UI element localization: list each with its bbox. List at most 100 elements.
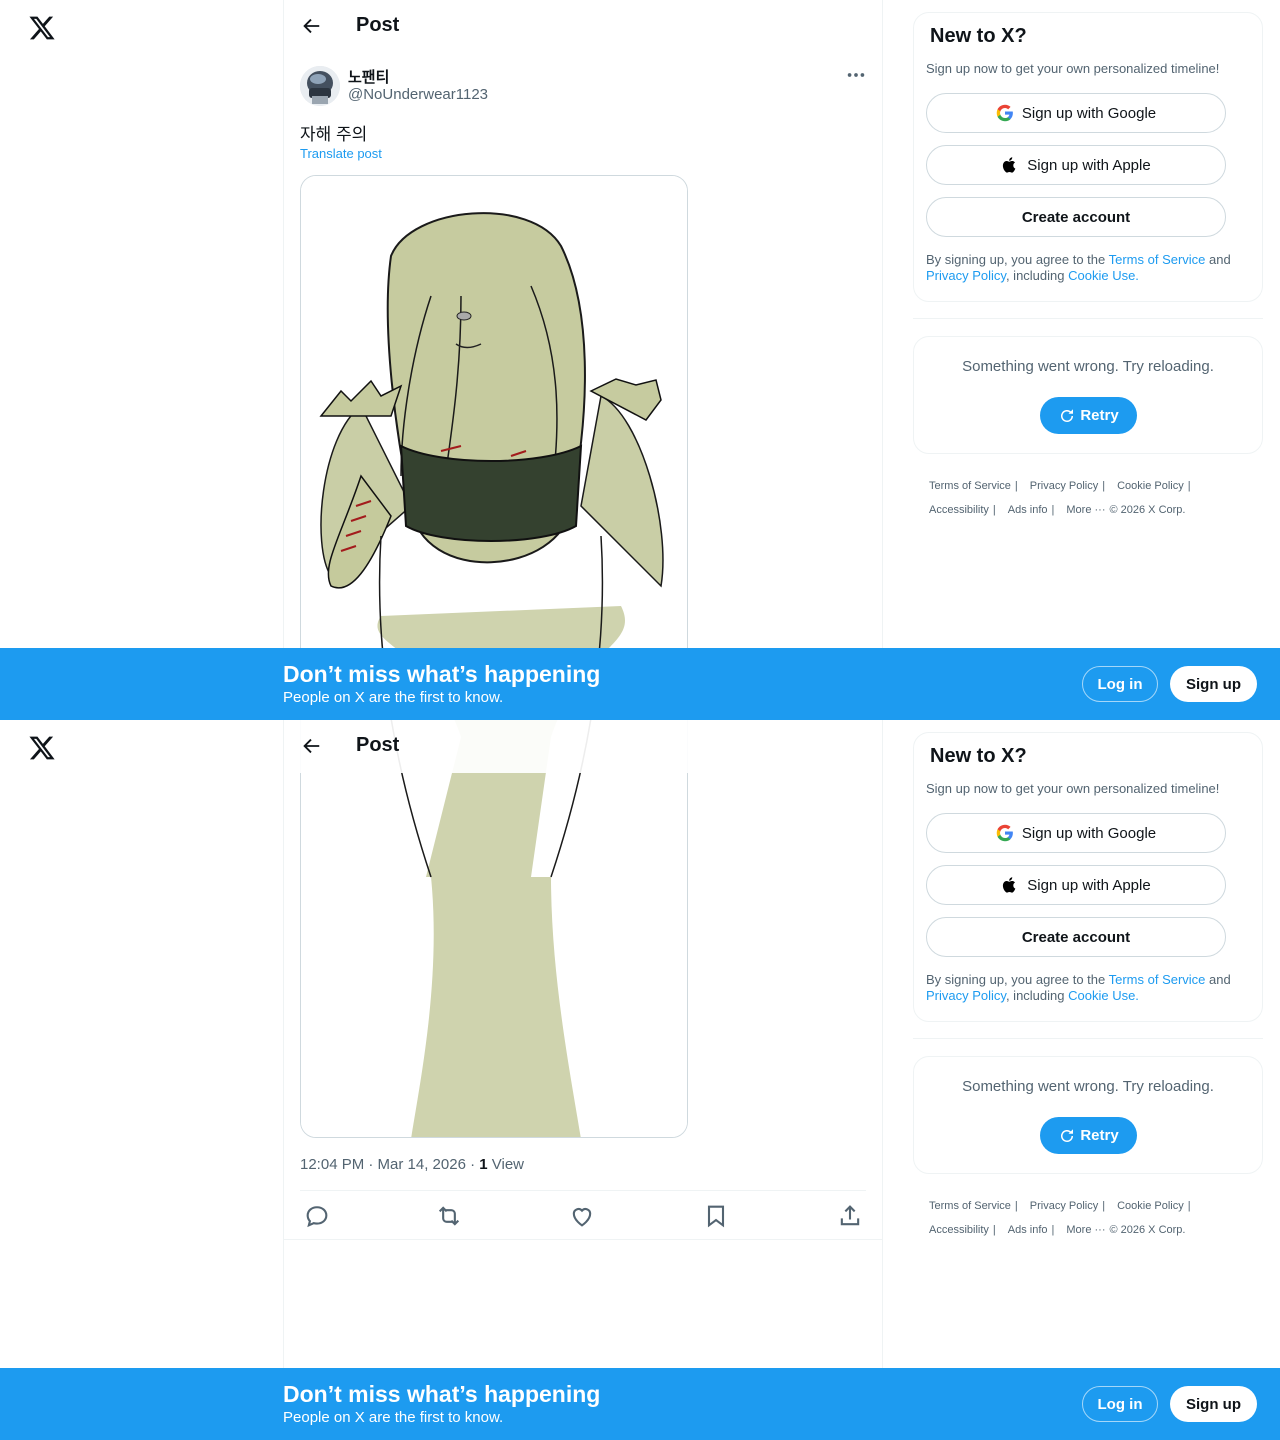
error-message: Something went wrong. Try reloading. [962,1078,1214,1095]
sidebar-divider [913,1038,1263,1039]
cookie-use-link[interactable]: Cookie Use. [1068,268,1139,283]
footer-terms-link[interactable]: Terms of Service [929,1200,1011,1212]
signup-subtitle: Sign up now to get your own personalized… [926,781,1220,796]
banner-subtitle: People on X are the first to know. [283,689,504,706]
footer-terms-link[interactable]: Terms of Service [929,480,1011,492]
retry-label: Retry [1080,407,1119,424]
view-count: 1 [479,1156,488,1173]
error-card: Something went wrong. Try reloading. Ret… [913,336,1263,454]
post-text: 자해 주의 [300,125,368,144]
footer-accessibility-link[interactable]: Accessibility [929,504,989,516]
retry-label: Retry [1080,1127,1119,1144]
column-divider [882,720,883,1440]
apple-icon [1003,877,1016,893]
author-handle[interactable]: @NoUnderwear1123 [348,86,488,103]
bookmark-icon[interactable] [701,1202,731,1230]
x-logo-icon[interactable] [28,14,56,42]
x-logo-icon[interactable] [28,734,56,762]
signup-apple-button[interactable]: Sign up with Apple [926,145,1226,185]
terms-pre: By signing up, you agree to the [926,252,1109,267]
footer-cookie-link[interactable]: Cookie Policy [1117,480,1184,492]
signup-google-button[interactable]: Sign up with Google [926,93,1226,133]
back-arrow-icon[interactable] [300,15,322,37]
signup-google-button[interactable]: Sign up with Google [926,813,1226,853]
login-button[interactable]: Log in [1082,1386,1158,1422]
footer-ads-link[interactable]: Ads info [1008,504,1048,516]
signup-google-label: Sign up with Google [1021,824,1157,842]
error-card: Something went wrong. Try reloading. Ret… [913,1056,1263,1174]
retry-button[interactable]: Retry [1040,1117,1137,1154]
more-options-icon[interactable] [845,64,867,86]
page-title: Post [356,734,400,756]
sidebar-footer: Terms of Service | Privacy Policy | Cookie P… [929,474,1259,522]
share-icon[interactable] [835,1202,865,1230]
avatar[interactable] [300,66,340,106]
banner-title: Don’t miss what’s happening [283,1381,601,1407]
signup-title: New to X? [930,25,1027,47]
reply-icon[interactable] [302,1202,332,1230]
create-account-button[interactable]: Create account [926,917,1226,957]
post-divider [284,1239,882,1240]
footer-copyright: © 2026 X Corp. [1109,1224,1186,1236]
signup-button[interactable]: Sign up [1170,1386,1257,1422]
footer-ads-link[interactable]: Ads info [1008,1224,1048,1236]
signup-apple-label: Sign up with Apple [1027,156,1151,174]
repost-icon[interactable] [434,1202,464,1230]
footer-cookie-link[interactable]: Cookie Policy [1117,1200,1184,1212]
signup-button[interactable]: Sign up [1170,666,1257,702]
footer-privacy-link[interactable]: Privacy Policy [1030,1200,1098,1212]
privacy-policy-link[interactable]: Privacy Policy [926,988,1006,1003]
footer-copyright: © 2026 X Corp. [1109,504,1186,516]
login-button[interactable]: Log in [1082,666,1158,702]
signup-banner: Don’t miss what’s happening People on X … [0,648,1280,720]
refresh-icon [1061,408,1074,422]
terms-including: , including [1005,268,1069,283]
footer-separator: | [1102,480,1106,492]
terms-text: By signing up, you agree to the Terms of… [926,252,1256,284]
footer-separator: | [992,1224,996,1236]
create-account-button[interactable]: Create account [926,197,1226,237]
refresh-icon [1061,1128,1074,1142]
footer-separator: | [1102,1200,1106,1212]
signup-subtitle: Sign up now to get your own personalized… [926,61,1220,76]
error-message: Something went wrong. Try reloading. [962,358,1214,375]
footer-more-link[interactable]: More ··· [1066,504,1105,516]
cookie-use-link[interactable]: Cookie Use. [1068,988,1139,1003]
terms-text: By signing up, you agree to the Terms of… [926,972,1256,1004]
sidebar-footer: Terms of Service | Privacy Policy | Cookie P… [929,1194,1259,1242]
post-divider [300,1190,866,1191]
terms-of-service-link[interactable]: Terms of Service [1109,252,1206,267]
like-icon[interactable] [567,1202,597,1230]
column-divider [283,0,284,720]
google-icon [996,104,1013,122]
post-image[interactable] [300,175,688,720]
terms-pre: By signing up, you agree to the [926,972,1109,987]
signup-title: New to X? [930,745,1027,767]
viewport-bottom: Post 12:04 PM · Mar 14, 2026 · 1 View Ne… [0,720,1280,1440]
post-image[interactable] [300,720,688,1138]
back-arrow-icon[interactable] [300,735,322,757]
retry-button[interactable]: Retry [1040,397,1137,434]
view-label: View [487,1156,525,1173]
column-divider [283,720,284,1440]
footer-more-link[interactable]: More ··· [1066,1224,1105,1236]
footer-accessibility-link[interactable]: Accessibility [929,1224,989,1236]
author-display-name[interactable]: 노팬티 [348,66,389,87]
footer-separator: | [992,504,996,516]
signup-google-label: Sign up with Google [1021,104,1157,122]
privacy-policy-link[interactable]: Privacy Policy [926,268,1006,283]
footer-separator: | [1014,480,1018,492]
footer-privacy-link[interactable]: Privacy Policy [1030,480,1098,492]
terms-of-service-link[interactable]: Terms of Service [1109,972,1206,987]
translate-post-link[interactable]: Translate post [300,146,382,161]
terms-including: , including [1005,988,1069,1003]
post-actions [300,1202,866,1230]
signup-apple-button[interactable]: Sign up with Apple [926,865,1226,905]
signup-card: New to X? Sign up now to get your own pe… [913,12,1263,302]
post-time[interactable]: 12:04 PM · Mar 14, 2026 · [300,1156,479,1173]
terms-and: and [1205,972,1231,987]
footer-separator: | [1014,1200,1018,1212]
page-title: Post [356,14,400,36]
footer-separator: | [1051,1224,1055,1236]
sidebar-divider [913,318,1263,319]
